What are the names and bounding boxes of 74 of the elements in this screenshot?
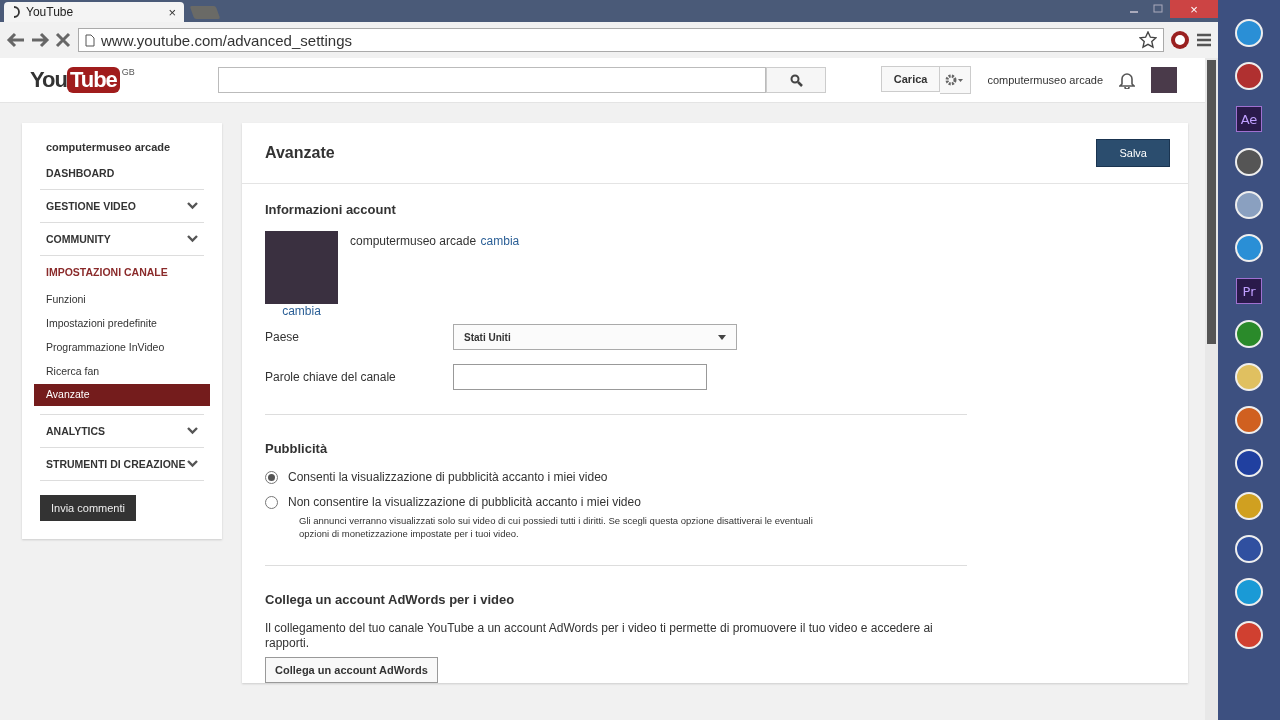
sidebar-item[interactable]: Programmazione InVideo bbox=[40, 336, 204, 360]
search-icon bbox=[789, 73, 803, 87]
sidebar-section[interactable]: IMPOSTAZIONI CANALE bbox=[40, 256, 204, 288]
section-heading: Pubblicità bbox=[265, 441, 329, 456]
section-heading: Informazioni account bbox=[265, 202, 397, 217]
field-label: Paese bbox=[265, 330, 301, 344]
loading-icon bbox=[12, 6, 20, 18]
section-heading: Collega un account AdWords per i video bbox=[265, 591, 516, 607]
app-icon[interactable] bbox=[1235, 62, 1263, 90]
settings-button[interactable] bbox=[940, 66, 972, 94]
sidebar-section[interactable]: DASHBOARD bbox=[40, 167, 204, 190]
close-button[interactable]: × bbox=[1170, 0, 1218, 18]
keywords-field[interactable] bbox=[453, 364, 707, 390]
page-title: Avanzate bbox=[265, 144, 335, 162]
radio-label[interactable]: Non consentire la visualizzazione di pubblicità accanto i miei video bbox=[288, 495, 641, 509]
description-text: Il collegamento del tuo canale YouTube a un account AdWords per i video ti permette di promuovere il tuo video e accedere ai rapporti. bbox=[265, 620, 934, 651]
sidebar-item[interactable]: Avanzate bbox=[34, 384, 210, 406]
radio-button[interactable] bbox=[265, 470, 278, 484]
back-icon[interactable] bbox=[6, 32, 26, 48]
account-name: computermuseo arcade bbox=[350, 234, 477, 248]
upload-button[interactable]: Carica bbox=[880, 66, 941, 92]
chevron-icon bbox=[187, 202, 198, 210]
app-icon[interactable] bbox=[1235, 148, 1263, 176]
sidebar-item[interactable]: Ricerca fan bbox=[40, 360, 204, 384]
search-field[interactable] bbox=[218, 67, 766, 93]
change-link[interactable]: cambia bbox=[480, 234, 520, 248]
sidebar-section[interactable]: GESTIONE VIDEO bbox=[40, 190, 204, 223]
scrollbar-thumb[interactable] bbox=[1207, 60, 1216, 344]
app-icon[interactable] bbox=[1235, 234, 1263, 262]
feedback-button[interactable]: Invia commenti bbox=[40, 495, 136, 521]
app-icon[interactable] bbox=[1235, 621, 1263, 649]
stop-icon[interactable] bbox=[54, 32, 72, 48]
app-icon[interactable]: Ae bbox=[1236, 106, 1262, 132]
app-icon[interactable] bbox=[1235, 363, 1263, 391]
tab-title: YouTube bbox=[26, 5, 75, 19]
forward-icon[interactable] bbox=[30, 32, 50, 48]
youtube-logo[interactable]: YouTube GB bbox=[30, 67, 218, 93]
app-icon[interactable] bbox=[1235, 535, 1263, 563]
star-icon[interactable] bbox=[1139, 31, 1157, 49]
app-icon[interactable] bbox=[1235, 449, 1263, 477]
app-icon[interactable] bbox=[1235, 406, 1263, 434]
browser-tab[interactable]: YouTube × bbox=[4, 2, 184, 22]
app-icon[interactable] bbox=[1235, 191, 1263, 219]
sidebar-section[interactable]: COMMUNITY bbox=[40, 223, 204, 256]
radio-label[interactable]: Consenti la visualizzazione di pubblicità accanto i miei video bbox=[288, 470, 608, 484]
tab-close-button[interactable]: × bbox=[168, 4, 176, 20]
country-dropdown[interactable]: Stati Uniti bbox=[453, 324, 737, 350]
sidebar-section[interactable]: STRUMENTI DI CREAZIONE bbox=[40, 448, 204, 481]
bell-icon[interactable] bbox=[1119, 71, 1135, 89]
chevron-icon bbox=[187, 427, 198, 435]
channel-name[interactable]: computermuseo arcade bbox=[40, 139, 204, 167]
sidebar-section[interactable]: ANALYTICS bbox=[40, 415, 204, 448]
app-icon[interactable] bbox=[1235, 320, 1263, 348]
address-bar[interactable]: www.youtube.com/advanced_settings bbox=[78, 28, 1164, 52]
sidebar-item[interactable]: Funzioni bbox=[40, 288, 204, 312]
sidebar-item[interactable]: Impostazioni predefinite bbox=[40, 312, 204, 336]
app-icon[interactable] bbox=[1235, 492, 1263, 520]
menu-icon[interactable] bbox=[1196, 33, 1212, 47]
settings-icon bbox=[945, 74, 966, 86]
chevron-icon bbox=[187, 460, 198, 468]
app-icon[interactable] bbox=[1235, 578, 1263, 606]
search-button[interactable] bbox=[766, 67, 826, 93]
link-adwords-button[interactable]: Collega un account AdWords bbox=[265, 656, 438, 683]
change-link[interactable]: cambia bbox=[282, 304, 321, 318]
user-name[interactable]: computermuseo arcade bbox=[987, 74, 1103, 86]
caret-icon bbox=[718, 334, 726, 340]
field-label: Parole chiave del canale bbox=[265, 370, 397, 384]
app-icon[interactable] bbox=[1235, 19, 1263, 47]
chevron-icon bbox=[187, 235, 198, 243]
page-icon bbox=[85, 33, 95, 47]
save-button[interactable]: Salva bbox=[1096, 139, 1170, 167]
app-icon[interactable]: Pr bbox=[1236, 278, 1262, 304]
radio-button[interactable] bbox=[265, 495, 278, 509]
option-note: Gli annunci verranno visualizzati solo sui video di cui possiedi tutti i diritti. Se scegli questa opzione disattiverai le eventuali opzioni di monetizzazione impostate per i tuoi video. bbox=[299, 514, 814, 541]
